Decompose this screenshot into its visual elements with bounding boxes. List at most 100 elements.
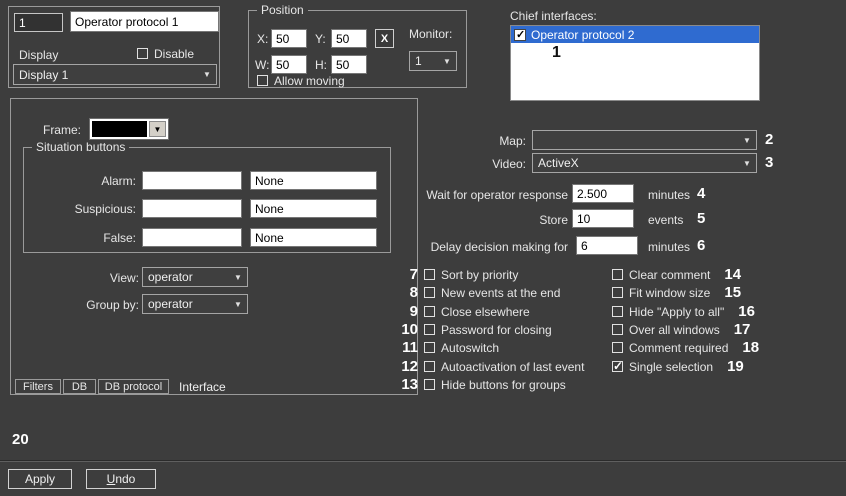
chevron-down-icon[interactable]: ▼ xyxy=(149,121,166,137)
map-select[interactable]: ▼ xyxy=(532,130,757,150)
disable-label: Disable xyxy=(154,47,194,61)
checkbox-label: Password for closing xyxy=(441,323,552,337)
tab-db-protocol-label: DB protocol xyxy=(105,381,162,393)
video-select-value: ActiveX xyxy=(538,156,579,170)
clear-position-button[interactable]: X xyxy=(375,29,394,48)
false-label: False: xyxy=(32,231,136,245)
false-sound-field[interactable]: None xyxy=(250,228,377,247)
fit-window-size-checkbox[interactable] xyxy=(612,287,623,298)
divider xyxy=(0,460,846,462)
wait-response-field[interactable]: 2.500 xyxy=(572,184,634,203)
checkbox-label: Close elsewhere xyxy=(441,305,530,319)
annotation-1: 1 xyxy=(552,44,561,62)
annotation-6: 6 xyxy=(697,237,705,254)
checkbox-row: Over all windows 17 xyxy=(612,322,750,337)
display-label: Display xyxy=(19,48,58,62)
undo-button-label: Undo xyxy=(107,472,136,486)
hide-apply-to-all-checkbox[interactable] xyxy=(612,306,623,317)
new-events-at-end-checkbox[interactable] xyxy=(424,287,435,298)
situation-buttons-group: Situation buttons Alarm: None Suspicious… xyxy=(23,147,391,253)
annotation-14: 14 xyxy=(724,266,741,283)
comment-required-checkbox[interactable] xyxy=(612,342,623,353)
annotation-15: 15 xyxy=(724,284,741,301)
allow-moving-row[interactable]: Allow moving xyxy=(257,73,345,88)
suspicious-sound-field[interactable]: None xyxy=(250,199,377,218)
x-label: X: xyxy=(257,32,268,46)
frame-color-select[interactable]: ▼ xyxy=(89,118,169,140)
monitor-select[interactable]: 1 ▼ xyxy=(409,51,457,71)
situation-buttons-title: Situation buttons xyxy=(32,140,129,154)
alarm-sound-field[interactable]: None xyxy=(250,171,377,190)
autoswitch-checkbox[interactable] xyxy=(424,342,435,353)
view-label: View: xyxy=(51,271,139,285)
monitor-select-value: 1 xyxy=(415,54,422,68)
tab-filters[interactable]: Filters xyxy=(15,379,61,394)
list-item[interactable]: Operator protocol 2 xyxy=(511,26,759,43)
h-label: H: xyxy=(315,58,327,72)
password-for-closing-checkbox[interactable] xyxy=(424,324,435,335)
close-elsewhere-checkbox[interactable] xyxy=(424,306,435,317)
x-field[interactable]: 50 xyxy=(271,29,307,48)
undo-button[interactable]: Undo xyxy=(86,469,156,489)
tab-db-protocol[interactable]: DB protocol xyxy=(98,379,169,394)
annotation-11: 11 xyxy=(396,339,418,356)
view-select-value: operator xyxy=(148,270,193,284)
chevron-down-icon: ▼ xyxy=(739,155,755,171)
annotation-5: 5 xyxy=(697,210,705,227)
checkbox-label: Comment required xyxy=(629,341,728,355)
disable-checkbox[interactable] xyxy=(137,48,148,59)
y-field[interactable]: 50 xyxy=(331,29,367,48)
store-field[interactable]: 10 xyxy=(572,209,634,228)
checkbox-row: 13 Hide buttons for groups xyxy=(396,377,566,392)
group-by-select[interactable]: operator ▼ xyxy=(142,294,248,314)
annotation-4: 4 xyxy=(697,185,705,202)
apply-button[interactable]: Apply xyxy=(8,469,72,489)
tab-db[interactable]: DB xyxy=(63,379,96,394)
checkbox-row: Single selection 19 xyxy=(612,359,744,374)
checkbox-label: Single selection xyxy=(629,360,713,374)
chief-interfaces-list[interactable]: Operator protocol 2 xyxy=(510,25,760,101)
false-text-field[interactable] xyxy=(142,228,242,247)
display-select[interactable]: Display 1 ▼ xyxy=(13,64,217,85)
hide-buttons-for-groups-checkbox[interactable] xyxy=(424,379,435,390)
checkbox-label: Hide "Apply to all" xyxy=(629,305,724,319)
w-field[interactable]: 50 xyxy=(271,55,307,74)
autoactivation-last-event-checkbox[interactable] xyxy=(424,361,435,372)
clear-comment-checkbox[interactable] xyxy=(612,269,623,280)
store-unit: events xyxy=(648,213,683,227)
checkbox-row: 10 Password for closing xyxy=(396,322,552,337)
checkbox-label: Autoactivation of last event xyxy=(441,360,584,374)
checkbox-label: Autoswitch xyxy=(441,341,499,355)
id-field[interactable]: 1 xyxy=(14,13,63,32)
position-group: Position X: 50 Y: 50 X Monitor: W: 50 H:… xyxy=(248,10,467,88)
sort-by-priority-checkbox[interactable] xyxy=(424,269,435,280)
annotation-17: 17 xyxy=(734,321,751,338)
tab-interface[interactable]: Interface xyxy=(179,380,226,394)
video-select[interactable]: ActiveX ▼ xyxy=(532,153,757,173)
annotation-18: 18 xyxy=(742,339,759,356)
identity-group: 1 Operator protocol 1 Display Disable Di… xyxy=(8,6,220,88)
annotation-7: 7 xyxy=(396,266,418,283)
alarm-label: Alarm: xyxy=(32,174,136,188)
tab-db-label: DB xyxy=(72,381,87,393)
chevron-down-icon: ▼ xyxy=(230,269,246,285)
name-field[interactable]: Operator protocol 1 xyxy=(70,11,219,32)
checkbox-row: 8 New events at the end xyxy=(396,285,560,300)
allow-moving-checkbox[interactable] xyxy=(257,75,268,86)
checkbox-label: Sort by priority xyxy=(441,268,518,282)
checkbox-label: Hide buttons for groups xyxy=(441,378,566,392)
suspicious-text-field[interactable] xyxy=(142,199,242,218)
view-select[interactable]: operator ▼ xyxy=(142,267,248,287)
alarm-text-field[interactable] xyxy=(142,171,242,190)
checkbox-label: Clear comment xyxy=(629,268,710,282)
delay-field[interactable]: 6 xyxy=(576,236,638,255)
over-all-windows-checkbox[interactable] xyxy=(612,324,623,335)
item-checkbox[interactable] xyxy=(514,29,526,41)
h-field[interactable]: 50 xyxy=(331,55,367,74)
wait-response-unit: minutes xyxy=(648,188,690,202)
disable-checkbox-row[interactable]: Disable xyxy=(137,46,194,61)
y-label: Y: xyxy=(315,32,326,46)
apply-button-label: Apply xyxy=(25,472,55,486)
checkbox-label: Over all windows xyxy=(629,323,720,337)
single-selection-checkbox[interactable] xyxy=(612,361,623,372)
